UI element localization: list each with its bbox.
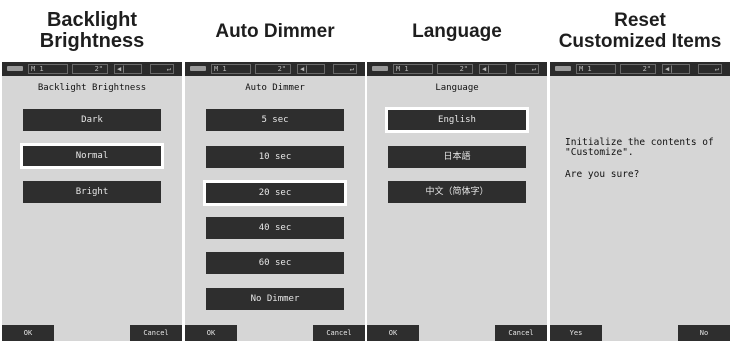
option-5-sec[interactable]: 5 sec [206, 109, 344, 131]
option-60-sec[interactable]: 60 sec [206, 252, 344, 274]
enter-icon: ↵ [515, 64, 539, 74]
frame-counter: 2" [255, 64, 291, 74]
playback-icons: ◀| [662, 64, 690, 74]
ok-button[interactable]: OK [367, 325, 419, 341]
panel-auto-dimmer: Auto Dimmer M 1 2" ◀| ↵ Auto Dimmer 5 se… [185, 0, 365, 341]
panel-heading: Backlight Brightness [39, 9, 145, 52]
mode-indicator: M 1 [393, 64, 433, 74]
frame-counter: 2" [620, 64, 656, 74]
enter-icon: ↵ [333, 64, 357, 74]
status-bar: M 1 2" ◀| ↵ [550, 62, 730, 76]
device-screen: M 1 2" ◀| ↵ Auto Dimmer 5 sec 10 sec 20 … [185, 62, 365, 341]
panel-reset-customized-items: Reset Customized Items M 1 2" ◀| ↵ Initi… [550, 0, 730, 341]
device-screen: M 1 2" ◀| ↵ Initialize the contents of "… [550, 62, 730, 341]
option-normal[interactable]: Normal [20, 143, 164, 169]
panel-heading: Language [412, 20, 502, 42]
screen-title: Backlight Brightness [37, 83, 147, 93]
option-japanese[interactable]: 日本語 [388, 146, 526, 168]
confirm-question: Are you sure? [565, 169, 640, 180]
ok-button[interactable]: OK [185, 325, 237, 341]
ok-button[interactable]: OK [2, 325, 54, 341]
confirm-message-line-2: "Customize". [565, 147, 634, 158]
mode-indicator: M 1 [28, 64, 68, 74]
enter-icon: ↵ [150, 64, 174, 74]
status-bar: M 1 2" ◀| ↵ [367, 62, 547, 76]
battery-icon [7, 66, 23, 71]
playback-icons: ◀| [297, 64, 325, 74]
screen-title: Language [435, 83, 479, 93]
cancel-button[interactable]: Cancel [495, 325, 547, 341]
battery-icon [372, 66, 388, 71]
option-dark[interactable]: Dark [23, 109, 161, 131]
playback-icons: ◀| [479, 64, 507, 74]
frame-counter: 2" [437, 64, 473, 74]
option-english[interactable]: English [385, 107, 529, 133]
battery-icon [555, 66, 571, 71]
playback-icons: ◀| [114, 64, 142, 74]
option-20-sec[interactable]: 20 sec [203, 180, 347, 206]
panel-backlight-brightness: Backlight Brightness M 1 2" ◀| ↵ Backlig… [2, 0, 182, 341]
option-chinese[interactable]: 中文（简体字） [388, 181, 526, 203]
cancel-button[interactable]: Cancel [313, 325, 365, 341]
frame-counter: 2" [72, 64, 108, 74]
device-screen: M 1 2" ◀| ↵ Language English 日本語 中文（简体字）… [367, 62, 547, 341]
yes-button[interactable]: Yes [550, 325, 602, 341]
device-screen: M 1 2" ◀| ↵ Backlight Brightness Dark No… [2, 62, 182, 341]
option-bright[interactable]: Bright [23, 181, 161, 203]
panel-heading: Auto Dimmer [215, 20, 335, 42]
option-10-sec[interactable]: 10 sec [206, 146, 344, 168]
option-no-dimmer[interactable]: No Dimmer [206, 288, 344, 310]
status-bar: M 1 2" ◀| ↵ [2, 62, 182, 76]
status-bar: M 1 2" ◀| ↵ [185, 62, 365, 76]
cancel-button[interactable]: Cancel [130, 325, 182, 341]
panel-language: Language M 1 2" ◀| ↵ Language English 日本… [367, 0, 547, 341]
panel-heading: Reset Customized Items [558, 10, 722, 52]
screen-title: Auto Dimmer [245, 83, 305, 93]
battery-icon [190, 66, 206, 71]
enter-icon: ↵ [698, 64, 722, 74]
no-button[interactable]: No [678, 325, 730, 341]
mode-indicator: M 1 [211, 64, 251, 74]
mode-indicator: M 1 [576, 64, 616, 74]
option-40-sec[interactable]: 40 sec [206, 217, 344, 239]
